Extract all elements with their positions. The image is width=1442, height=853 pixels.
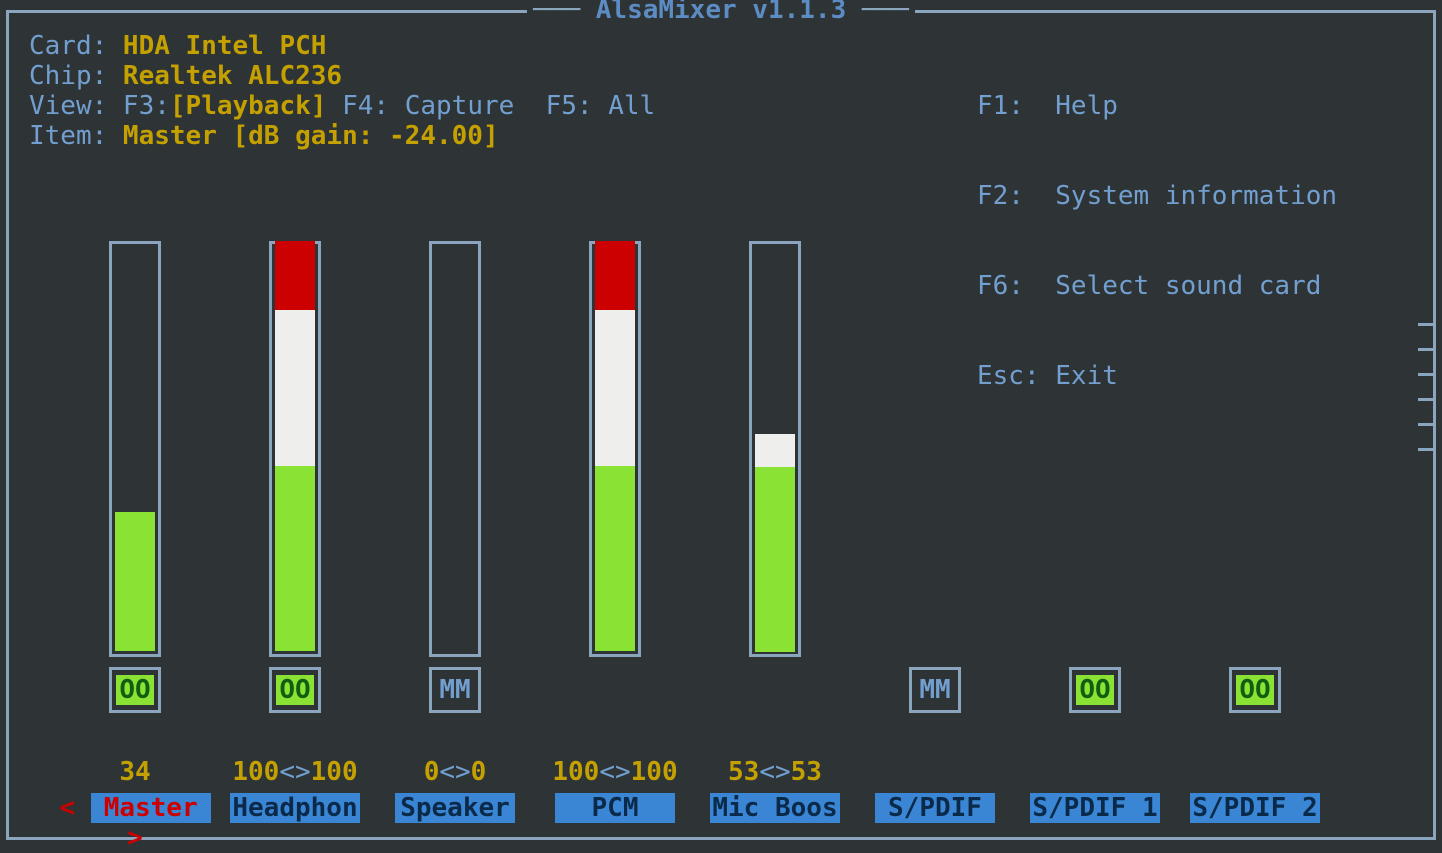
mute-toggle[interactable]: OO	[109, 667, 161, 713]
channel-name-row[interactable]: Headphon	[215, 793, 375, 823]
scroll-ticks	[1418, 323, 1436, 451]
volume-bar[interactable]	[109, 241, 161, 657]
channels-area: OO34< Master >OO100<>100HeadphonMM0<>0Sp…	[9, 241, 1433, 821]
tick-icon	[1418, 423, 1436, 426]
channel-name-row[interactable]: Speaker	[375, 793, 535, 823]
level-readout: 100<>100	[535, 757, 695, 787]
window-title-bar: ─── AlsaMixer v1.1.3 ───	[9, 0, 1433, 25]
window-title: ─── AlsaMixer v1.1.3 ───	[527, 0, 915, 25]
card-value: HDA Intel PCH	[123, 31, 327, 61]
item-label: Item:	[29, 121, 123, 151]
mute-toggle[interactable]: MM	[429, 667, 481, 713]
channel-name-row[interactable]: S/PDIF	[855, 793, 1015, 823]
level-readout: 34	[55, 757, 215, 787]
chip-value: Realtek ALC236	[123, 61, 342, 91]
mute-state: MM	[439, 675, 470, 705]
channel-name-row[interactable]: S/PDIF 2	[1175, 793, 1335, 823]
volume-bar[interactable]	[749, 241, 801, 657]
help-f2[interactable]: F2: System information	[977, 181, 1337, 211]
mute-state: OO	[276, 675, 313, 705]
channel-name: Mic Boos	[710, 793, 839, 823]
view-playback[interactable]: [Playback]	[170, 91, 327, 121]
volume-fill	[115, 512, 155, 651]
mute-state: OO	[1076, 675, 1113, 705]
mute-toggle[interactable]: OO	[269, 667, 321, 713]
channel-name: S/PDIF	[875, 793, 995, 823]
mute-state: OO	[1236, 675, 1273, 705]
mute-toggle[interactable]: OO	[1229, 667, 1281, 713]
view-label: View:	[29, 91, 123, 121]
item-value: Master [dB gain: -24.00]	[123, 121, 499, 151]
mute-state: OO	[116, 675, 153, 705]
tick-icon	[1418, 448, 1436, 451]
level-readout: 0<>0	[375, 757, 535, 787]
tick-icon	[1418, 323, 1436, 326]
selector-right-icon: >	[127, 823, 143, 853]
chip-label: Chip:	[29, 61, 123, 91]
selector-left-icon: <	[59, 793, 90, 823]
channel-name: Speaker	[395, 793, 515, 823]
volume-fill	[755, 434, 795, 651]
channel-name-row[interactable]: < Master >	[55, 793, 215, 853]
app-title-text: AlsaMixer v1.1.3	[596, 0, 846, 25]
channel-name-row[interactable]: S/PDIF 1	[1015, 793, 1175, 823]
tick-icon	[1418, 398, 1436, 401]
tick-icon	[1418, 373, 1436, 376]
channel-name: PCM	[555, 793, 675, 823]
level-readout: 53<>53	[695, 757, 855, 787]
volume-fill	[275, 241, 315, 651]
view-f3-key[interactable]: F3:	[123, 91, 170, 121]
channel-name: S/PDIF 2	[1190, 793, 1319, 823]
channel-name-row[interactable]: Mic Boos	[695, 793, 855, 823]
mute-state: MM	[919, 675, 950, 705]
volume-fill	[595, 241, 635, 651]
volume-bar[interactable]	[269, 241, 321, 657]
mixer-window: ─── AlsaMixer v1.1.3 ─── Card: HDA Intel…	[6, 10, 1436, 840]
view-capture-all[interactable]: F4: Capture F5: All	[326, 91, 655, 121]
channel-name: S/PDIF 1	[1030, 793, 1159, 823]
channel-name: Headphon	[230, 793, 359, 823]
help-f1[interactable]: F1: Help	[977, 91, 1337, 121]
card-label: Card:	[29, 31, 123, 61]
volume-bar[interactable]	[429, 241, 481, 657]
level-readout: 100<>100	[215, 757, 375, 787]
mute-toggle[interactable]: OO	[1069, 667, 1121, 713]
channel-name-row[interactable]: PCM	[535, 793, 695, 823]
channel-name: Master	[91, 793, 211, 823]
tick-icon	[1418, 348, 1436, 351]
mute-toggle[interactable]: MM	[909, 667, 961, 713]
volume-bar[interactable]	[589, 241, 641, 657]
